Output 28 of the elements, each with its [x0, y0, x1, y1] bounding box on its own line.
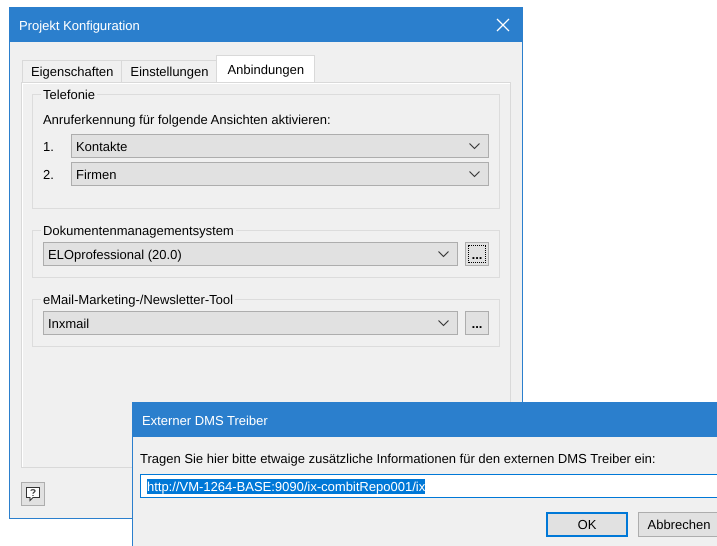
- tab[interactable]: Eigenschaften: [22, 60, 122, 82]
- browse-button[interactable]: ...: [465, 242, 489, 266]
- prompt-label: Tragen Sie hier bitte etwaige zusätzliche Informationen für den externen DMS Treiber ein:: [140, 451, 656, 466]
- chevron-icon: [469, 170, 480, 178]
- input-field[interactable]: http://VM-1264-BASE:9090/ix-combitRepo001/ix: [140, 474, 717, 498]
- prompt-label: Anruferkennung für folgende Ansichten aktivieren:: [43, 112, 332, 127]
- chevron-icon: [438, 250, 449, 258]
- tab[interactable]: Einstellungen: [121, 60, 218, 82]
- close-icon[interactable]: [496, 18, 510, 32]
- window-title: Externer DMS Treiber: [142, 412, 268, 428]
- group-title: eMail-Marketing-/Newsletter-Tool: [42, 292, 234, 307]
- dropdown[interactable]: Kontakte: [71, 134, 489, 158]
- dialog-button[interactable]: OK: [546, 512, 628, 537]
- dropdown[interactable]: Inxmail: [43, 311, 458, 335]
- chevron-icon: [438, 320, 449, 326]
- group-title: Telefonie: [42, 87, 96, 102]
- number-label: 1.: [43, 138, 55, 154]
- help-icon: [25, 486, 41, 502]
- dropdown[interactable]: ELOprofessional (20.0): [43, 242, 458, 266]
- dialog-button[interactable]: Abbrechen: [638, 512, 717, 537]
- chevron-icon: [469, 142, 480, 150]
- number-label: 2.: [43, 166, 55, 182]
- help-button[interactable]: [21, 482, 45, 506]
- dropdown[interactable]: Firmen: [71, 162, 489, 186]
- tab[interactable]: Anbindungen: [216, 55, 316, 82]
- browse-button[interactable]: ...: [465, 311, 489, 335]
- window-title: Projekt Konfiguration: [19, 18, 140, 32]
- group-title: Dokumentenmanagementsystem: [42, 223, 235, 238]
